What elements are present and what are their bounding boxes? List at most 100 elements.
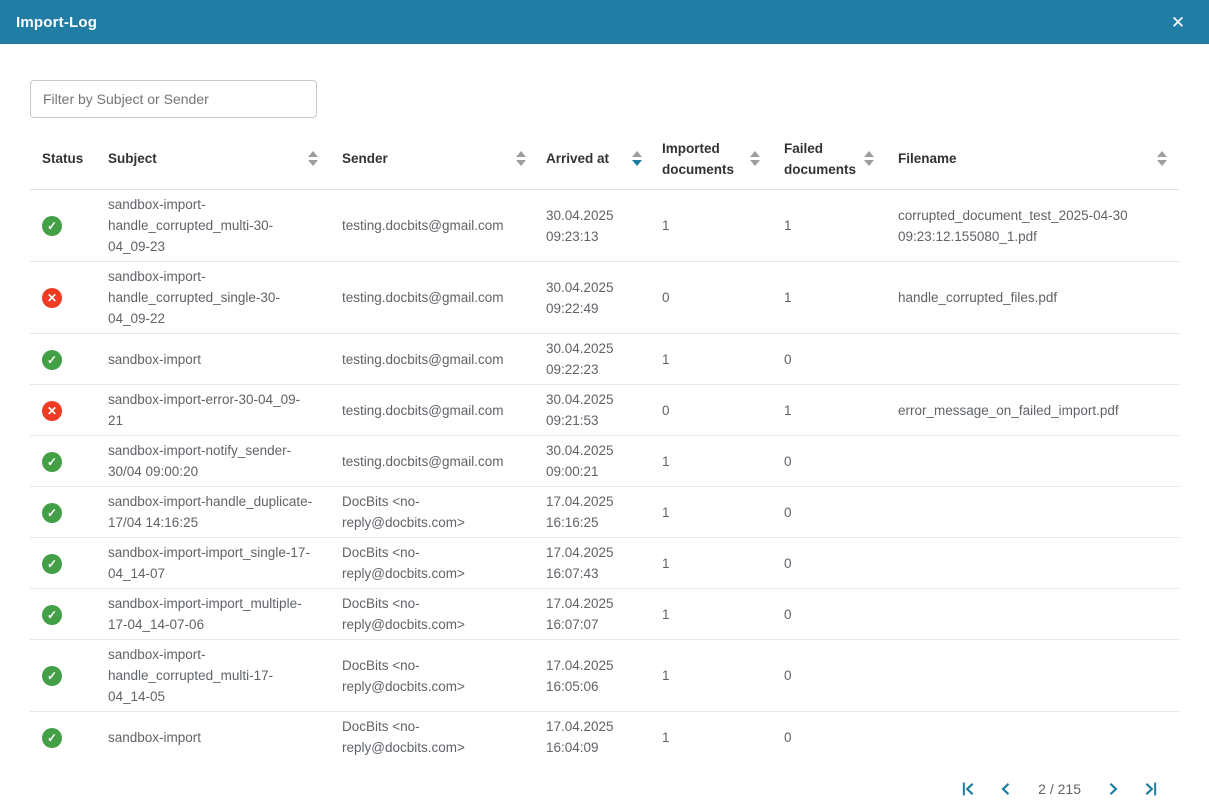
column-header-filename[interactable]: Filename xyxy=(886,140,1179,177)
sort-icon-subject xyxy=(308,151,318,166)
status-cell: ✕ xyxy=(30,396,96,425)
sender-cell: testing.docbits@gmail.com xyxy=(330,396,538,425)
table-row: ✓ sandbox-import-import_single-17-04_14-… xyxy=(30,538,1179,589)
sender-cell: testing.docbits@gmail.com xyxy=(330,345,538,374)
sort-icon-sender xyxy=(516,151,526,166)
column-header-imported-documents[interactable]: Imported documents xyxy=(650,130,772,188)
sort-icon-imported-documents xyxy=(750,151,760,166)
filter-input[interactable] xyxy=(30,80,317,118)
status-success-icon: ✓ xyxy=(42,554,62,574)
pagination: 2 / 215 xyxy=(30,774,1179,804)
subject-cell: sandbox-import-handle_duplicate-17/04 14… xyxy=(96,487,330,537)
filename-cell xyxy=(886,457,1179,465)
subject-cell: sandbox-import xyxy=(96,345,330,374)
failed-documents-cell: 0 xyxy=(772,661,886,690)
column-header-sender[interactable]: Sender xyxy=(330,140,538,177)
table-row: ✓ sandbox-import-import_multiple-17-04_1… xyxy=(30,589,1179,640)
filename-cell xyxy=(886,559,1179,567)
arrived-at-cell: 30.04.2025 09:00:21 xyxy=(538,436,650,486)
imported-documents-cell: 0 xyxy=(650,396,772,425)
arrived-at-cell: 30.04.2025 09:21:53 xyxy=(538,385,650,435)
subject-cell: sandbox-import-notify_sender-30/04 09:00… xyxy=(96,436,330,486)
arrived-at-cell: 17.04.2025 16:07:43 xyxy=(538,538,650,588)
status-cell: ✓ xyxy=(30,549,96,578)
table-row: ✕ sandbox-import-handle_corrupted_single… xyxy=(30,262,1179,334)
chevron-left-icon xyxy=(996,779,1016,799)
column-header-status: Status xyxy=(30,140,96,177)
first-page-icon xyxy=(958,779,978,799)
sort-icon-failed-documents xyxy=(864,151,874,166)
filename-cell xyxy=(886,508,1179,516)
imported-documents-cell: 1 xyxy=(650,211,772,240)
next-page-button[interactable] xyxy=(1101,777,1125,801)
status-cell: ✓ xyxy=(30,345,96,374)
status-error-icon: ✕ xyxy=(42,401,62,421)
status-error-icon: ✕ xyxy=(42,288,62,308)
first-page-button[interactable] xyxy=(956,777,980,801)
last-page-button[interactable] xyxy=(1139,777,1163,801)
table-row: ✕ sandbox-import-error-30-04_09-21 testi… xyxy=(30,385,1179,436)
previous-page-button[interactable] xyxy=(994,777,1018,801)
subject-cell: sandbox-import-handle_corrupted_single-3… xyxy=(96,262,330,333)
column-header-subject[interactable]: Subject xyxy=(96,140,330,177)
chevron-right-icon xyxy=(1103,779,1123,799)
status-success-icon: ✓ xyxy=(42,350,62,370)
sort-icon-filename xyxy=(1157,151,1167,166)
imported-documents-cell: 1 xyxy=(650,661,772,690)
status-success-icon: ✓ xyxy=(42,503,62,523)
sender-cell: DocBits <no-reply@docbits.com> xyxy=(330,589,538,639)
sort-icon-arrived-at-descending xyxy=(632,151,642,166)
failed-documents-cell: 1 xyxy=(772,283,886,312)
subject-cell: sandbox-import-error-30-04_09-21 xyxy=(96,385,330,435)
subject-cell: sandbox-import-import_multiple-17-04_14-… xyxy=(96,589,330,639)
arrived-at-cell: 30.04.2025 09:22:23 xyxy=(538,334,650,384)
arrived-at-cell: 30.04.2025 09:22:49 xyxy=(538,273,650,323)
arrived-at-cell: 17.04.2025 16:04:09 xyxy=(538,712,650,762)
sender-cell: DocBits <no-reply@docbits.com> xyxy=(330,651,538,701)
page-indicator: 2 / 215 xyxy=(1038,781,1081,797)
failed-documents-cell: 0 xyxy=(772,447,886,476)
import-log-table: Status Subject Sender Arrived at Importe… xyxy=(30,128,1179,762)
import-log-dialog: Import-Log ✕ Status Subject Sender xyxy=(0,0,1209,810)
status-cell: ✓ xyxy=(30,447,96,476)
status-success-icon: ✓ xyxy=(42,452,62,472)
sender-cell: testing.docbits@gmail.com xyxy=(330,283,538,312)
status-success-icon: ✓ xyxy=(42,605,62,625)
dialog-titlebar: Import-Log ✕ xyxy=(0,0,1209,44)
subject-cell: sandbox-import-handle_corrupted_multi-30… xyxy=(96,190,330,261)
status-success-icon: ✓ xyxy=(42,216,62,236)
imported-documents-cell: 1 xyxy=(650,549,772,578)
table-row: ✓ sandbox-import-notify_sender-30/04 09:… xyxy=(30,436,1179,487)
failed-documents-cell: 0 xyxy=(772,600,886,629)
arrived-at-cell: 17.04.2025 16:16:25 xyxy=(538,487,650,537)
table-row: ✓ sandbox-import-handle_corrupted_multi-… xyxy=(30,190,1179,262)
sender-cell: DocBits <no-reply@docbits.com> xyxy=(330,538,538,588)
status-cell: ✓ xyxy=(30,661,96,690)
imported-documents-cell: 1 xyxy=(650,600,772,629)
filename-cell xyxy=(886,610,1179,618)
arrived-at-cell: 17.04.2025 16:05:06 xyxy=(538,651,650,701)
failed-documents-cell: 0 xyxy=(772,498,886,527)
filename-cell: corrupted_document_test_2025-04-30 09:23… xyxy=(886,201,1179,251)
status-success-icon: ✓ xyxy=(42,666,62,686)
table-row: ✓ sandbox-import-handle_corrupted_multi-… xyxy=(30,640,1179,712)
sender-cell: testing.docbits@gmail.com xyxy=(330,447,538,476)
subject-cell: sandbox-import xyxy=(96,723,330,752)
filename-cell xyxy=(886,733,1179,741)
filename-cell: error_message_on_failed_import.pdf xyxy=(886,396,1179,425)
subject-cell: sandbox-import-handle_corrupted_multi-17… xyxy=(96,640,330,711)
status-cell: ✓ xyxy=(30,498,96,527)
close-button[interactable]: ✕ xyxy=(1163,7,1193,37)
imported-documents-cell: 1 xyxy=(650,723,772,752)
arrived-at-cell: 17.04.2025 16:07:07 xyxy=(538,589,650,639)
status-cell: ✓ xyxy=(30,723,96,752)
last-page-icon xyxy=(1141,779,1161,799)
sender-cell: DocBits <no-reply@docbits.com> xyxy=(330,712,538,762)
sender-cell: DocBits <no-reply@docbits.com> xyxy=(330,487,538,537)
column-header-failed-documents[interactable]: Failed documents xyxy=(772,130,886,188)
failed-documents-cell: 1 xyxy=(772,211,886,240)
table-row: ✓ sandbox-import-handle_duplicate-17/04 … xyxy=(30,487,1179,538)
failed-documents-cell: 0 xyxy=(772,345,886,374)
column-header-arrived-at[interactable]: Arrived at xyxy=(538,140,650,177)
table-header-row: Status Subject Sender Arrived at Importe… xyxy=(30,128,1179,190)
